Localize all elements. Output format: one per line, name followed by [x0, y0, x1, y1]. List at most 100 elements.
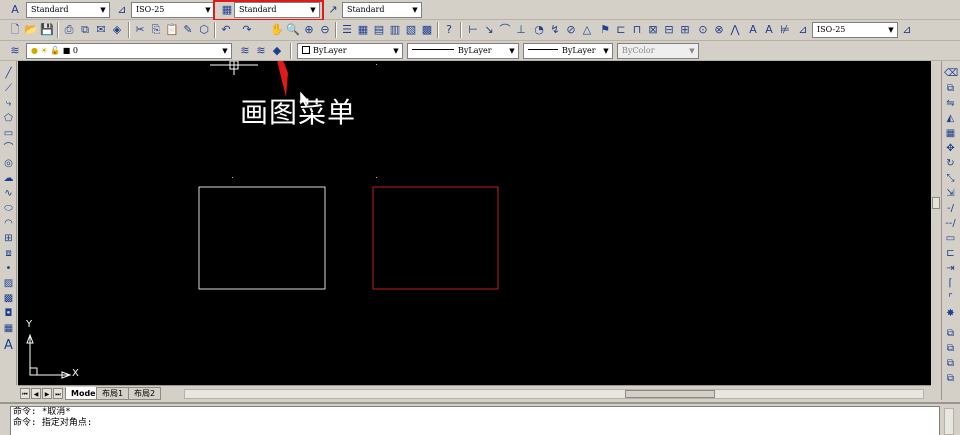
- cut-icon[interactable]: ✂: [133, 23, 147, 37]
- white-rectangle[interactable]: [198, 186, 326, 290]
- move-icon[interactable]: ✥: [944, 142, 957, 155]
- scroll-thumb[interactable]: [932, 197, 940, 209]
- layer-select[interactable]: ● ☀ 🔓 ■ 0 ▼: [26, 43, 232, 59]
- tab-layout1[interactable]: 布局1: [96, 387, 130, 400]
- linetype-select[interactable]: ByLayer ▼: [407, 43, 519, 59]
- drawing-canvas[interactable]: 画图菜单 Y X: [18, 61, 931, 385]
- help-icon[interactable]: ?: [442, 23, 456, 37]
- rotate-icon[interactable]: ↻: [944, 157, 957, 170]
- undo-icon[interactable]: ↶: [219, 23, 233, 37]
- trim-icon[interactable]: -/: [944, 202, 957, 215]
- zoom-previous-icon[interactable]: ⊖: [318, 23, 332, 37]
- dim-style-manager-icon[interactable]: ⊿: [900, 23, 914, 37]
- break-icon[interactable]: ⊏: [944, 247, 957, 260]
- red-rectangle[interactable]: [372, 186, 499, 290]
- aligned-dim-icon[interactable]: ↘: [482, 23, 496, 37]
- tool-palettes-icon[interactable]: ▤: [372, 23, 386, 37]
- circle-icon[interactable]: ◎: [2, 157, 15, 170]
- prev-tab-icon[interactable]: ◀: [31, 388, 41, 399]
- match-properties-icon[interactable]: ✎: [181, 23, 195, 37]
- chamfer-icon[interactable]: ⌈: [944, 277, 957, 290]
- jogged-linear-icon[interactable]: ⋀: [728, 23, 742, 37]
- send-back-icon[interactable]: ⧉: [944, 357, 957, 370]
- insert-block-icon[interactable]: ⊞: [2, 232, 15, 245]
- polygon-icon[interactable]: ⬠: [2, 112, 15, 125]
- text-style-select[interactable]: Standard ▼: [26, 2, 110, 18]
- new-file-icon[interactable]: 🗋: [8, 23, 22, 37]
- scroll-thumb[interactable]: [625, 390, 715, 398]
- command-scrollbar[interactable]: [944, 408, 954, 435]
- quick-dim-icon[interactable]: ⚑: [598, 23, 612, 37]
- zoom-window-icon[interactable]: ⊕: [302, 23, 316, 37]
- open-file-icon[interactable]: 📂: [24, 23, 38, 37]
- tolerance-icon[interactable]: ⊞: [678, 23, 692, 37]
- layer-manager-icon[interactable]: ≋: [8, 44, 22, 58]
- preview-icon[interactable]: ⧉: [78, 23, 92, 37]
- inspect-icon[interactable]: ⊗: [712, 23, 726, 37]
- center-mark-icon[interactable]: ⊙: [696, 23, 710, 37]
- vertical-scrollbar[interactable]: [931, 61, 941, 385]
- dim-style-icon[interactable]: ⊿: [796, 23, 810, 37]
- plot-icon[interactable]: ◈: [110, 23, 124, 37]
- mleader-style-select[interactable]: Standard ▼: [342, 2, 422, 18]
- make-block-icon[interactable]: ⧈: [2, 247, 15, 260]
- ellipse-icon[interactable]: ⬭: [2, 202, 15, 215]
- markup-icon[interactable]: ▧: [404, 23, 418, 37]
- layer-state-icon[interactable]: ◆: [270, 44, 284, 58]
- next-tab-icon[interactable]: ▶: [42, 388, 52, 399]
- redo-icon[interactable]: ↷: [240, 23, 254, 37]
- bring-front-icon[interactable]: ⧉: [944, 342, 957, 355]
- print-icon[interactable]: ⎙: [62, 23, 76, 37]
- table-icon[interactable]: ▦: [2, 322, 15, 335]
- draworder-icon[interactable]: ⧉: [944, 327, 957, 340]
- revision-cloud-icon[interactable]: ☁: [2, 172, 15, 185]
- lineweight-select[interactable]: ByLayer ▼: [523, 43, 613, 59]
- command-history[interactable]: 命令: *取消* 命令: 指定对角点:: [10, 406, 940, 435]
- copy-object-icon[interactable]: ⧉: [944, 82, 957, 95]
- stretch-icon[interactable]: ⇲: [944, 187, 957, 200]
- make-current-icon[interactable]: ≋: [238, 44, 252, 58]
- multiline-text-icon[interactable]: A: [2, 339, 15, 352]
- block-editor-icon[interactable]: ⬡: [197, 23, 211, 37]
- rectangle-icon[interactable]: ▭: [2, 127, 15, 140]
- dim-text-edit-icon[interactable]: A: [762, 23, 776, 37]
- text-style-icon[interactable]: A: [8, 3, 22, 17]
- ellipse-arc-icon[interactable]: ◠: [2, 217, 15, 230]
- mleader-style-icon[interactable]: ↗: [326, 3, 340, 17]
- first-tab-icon[interactable]: ⏮: [20, 388, 30, 399]
- join-icon[interactable]: ⇥: [944, 262, 957, 275]
- break-point-icon[interactable]: ▭: [944, 232, 957, 245]
- dim-update-icon[interactable]: ⊭: [778, 23, 792, 37]
- dim-style-select-right[interactable]: ISO-25 ▼: [812, 22, 898, 38]
- explode-icon[interactable]: ✸: [944, 307, 957, 320]
- tab-layout2[interactable]: 布局2: [128, 387, 162, 400]
- linear-dim-icon[interactable]: ⊢: [466, 23, 480, 37]
- point-icon[interactable]: •: [2, 262, 15, 275]
- arc-icon[interactable]: ⌒: [2, 142, 15, 155]
- array-icon[interactable]: ▦: [944, 127, 957, 140]
- construction-line-icon[interactable]: ⟋: [2, 82, 15, 95]
- dim-style-select[interactable]: ISO-25 ▼: [131, 2, 215, 18]
- polyline-icon[interactable]: ⤷: [2, 97, 15, 110]
- copy-icon[interactable]: ⎘: [149, 23, 163, 37]
- dim-edit-icon[interactable]: A: [746, 23, 760, 37]
- region-icon[interactable]: ◘: [2, 307, 15, 320]
- fillet-icon[interactable]: ⌜: [944, 292, 957, 305]
- layer-previous-icon[interactable]: ≋: [254, 44, 268, 58]
- jogged-dim-icon[interactable]: ↯: [548, 23, 562, 37]
- spline-icon[interactable]: ∿: [2, 187, 15, 200]
- design-center-icon[interactable]: ▦: [356, 23, 370, 37]
- erase-icon[interactable]: ⌫: [944, 67, 958, 80]
- paste-icon[interactable]: 📋: [165, 23, 179, 37]
- pan-icon[interactable]: ✋: [270, 23, 284, 37]
- publish-icon[interactable]: ✉: [94, 23, 108, 37]
- sheet-set-icon[interactable]: ▥: [388, 23, 402, 37]
- dim-space-icon[interactable]: ⊠: [646, 23, 660, 37]
- calculator-icon[interactable]: ▩: [420, 23, 434, 37]
- diameter-dim-icon[interactable]: ⊘: [564, 23, 578, 37]
- dim-style-icon[interactable]: ⊿: [115, 3, 129, 17]
- offset-icon[interactable]: ◭: [944, 112, 957, 125]
- angular-dim-icon[interactable]: △: [580, 23, 594, 37]
- hatch-icon[interactable]: ▨: [2, 277, 15, 290]
- text-front-icon[interactable]: ⧉: [944, 372, 957, 385]
